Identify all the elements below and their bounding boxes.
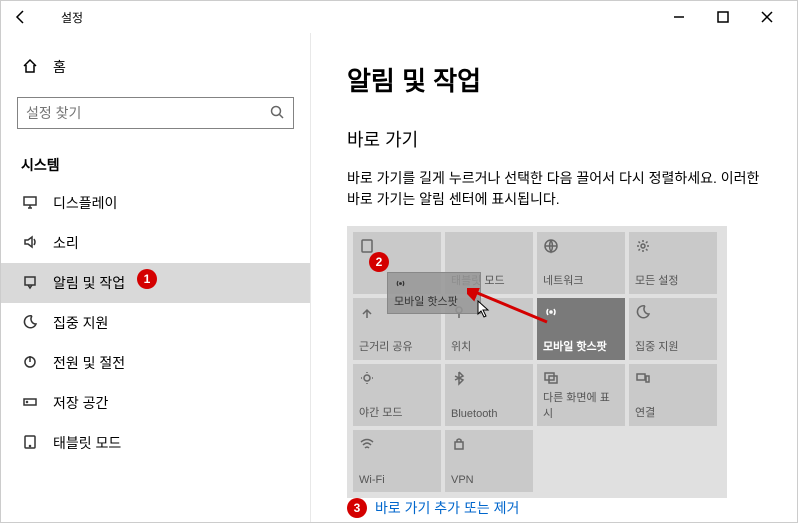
- tile-project[interactable]: 다른 화면에 표시: [537, 364, 625, 426]
- home-label: 홈: [53, 57, 66, 77]
- tile-label: Bluetooth: [451, 408, 527, 420]
- home-button[interactable]: 홈: [1, 49, 310, 85]
- globe-icon: [543, 238, 619, 257]
- tile-wifi[interactable]: Wi-Fi: [353, 430, 441, 492]
- tile-night-mode[interactable]: 야간 모드: [353, 364, 441, 426]
- annotation-1: 1: [137, 269, 157, 289]
- speaker-icon: [21, 234, 39, 253]
- page-title: 알림 및 작업: [347, 61, 761, 98]
- tile-label: 위치: [451, 338, 527, 354]
- maximize-icon: [715, 9, 731, 25]
- titlebar: 설정: [1, 1, 797, 33]
- nav-label: 소리: [53, 233, 79, 253]
- ghost-label: 모바일 핫스팟: [394, 296, 458, 308]
- gear-icon: [635, 238, 711, 257]
- section-description: 바로 가기를 길게 누르거나 선택한 다음 끌어서 다시 정렬하세요. 이러한 …: [347, 168, 761, 210]
- tile-label: 야간 모드: [359, 404, 435, 420]
- tablet-icon: [21, 434, 39, 453]
- search-icon: [269, 104, 285, 123]
- close-button[interactable]: [745, 2, 789, 32]
- tablet-icon: [359, 238, 435, 257]
- tile-label: 연결: [635, 404, 711, 420]
- connect-icon: [635, 370, 711, 389]
- brightness-icon: [359, 370, 435, 389]
- moon-icon: [635, 304, 711, 323]
- notification-icon: [21, 274, 39, 293]
- wifi-icon: [359, 436, 435, 455]
- sidebar-item-power[interactable]: 전원 및 절전: [1, 343, 310, 383]
- project-icon: [543, 370, 619, 389]
- storage-icon: [21, 394, 39, 413]
- sidebar-item-tablet[interactable]: 태블릿 모드: [1, 423, 310, 463]
- minimize-button[interactable]: [657, 2, 701, 32]
- sidebar: 홈 시스템 디스플레이 소리 알림 및 작업 1 집중 지원: [1, 33, 311, 522]
- quick-action-tiles: 태블릿 모드 네트워크 모든 설정 근거리 공유 위치: [347, 226, 727, 498]
- nav-label: 집중 지원: [53, 313, 108, 333]
- section-heading: 바로 가기: [347, 126, 761, 152]
- power-icon: [21, 354, 39, 373]
- arrow-left-icon: [13, 9, 29, 25]
- back-button[interactable]: [9, 5, 33, 29]
- sidebar-item-focus[interactable]: 집중 지원: [1, 303, 310, 343]
- nav-label: 전원 및 절전: [53, 353, 125, 373]
- tile-label: 모바일 핫스팟: [543, 338, 619, 354]
- tile-bluetooth[interactable]: Bluetooth: [445, 364, 533, 426]
- sidebar-item-display[interactable]: 디스플레이: [1, 183, 310, 223]
- search-input[interactable]: [26, 105, 269, 121]
- close-icon: [759, 9, 775, 25]
- tile-label: 네트워크: [543, 272, 619, 288]
- category-label: 시스템: [1, 149, 310, 183]
- tile-label: Wi-Fi: [359, 474, 435, 486]
- tile-label: 집중 지원: [635, 338, 711, 354]
- tile-focus-assist[interactable]: 집중 지원: [629, 298, 717, 360]
- sidebar-item-notifications[interactable]: 알림 및 작업 1: [1, 263, 310, 303]
- tile-network[interactable]: 네트워크: [537, 232, 625, 294]
- add-remove-link[interactable]: 바로 가기 추가 또는 제거: [375, 498, 519, 518]
- main-content: 알림 및 작업 바로 가기 바로 가기를 길게 누르거나 선택한 다음 끌어서 …: [311, 33, 797, 522]
- sidebar-item-storage[interactable]: 저장 공간: [1, 383, 310, 423]
- tile-label: 근거리 공유: [359, 338, 435, 354]
- nav-label: 저장 공간: [53, 393, 108, 413]
- annotation-2: 2: [369, 252, 389, 272]
- tile-label: 모든 설정: [635, 272, 711, 288]
- moon-icon: [21, 314, 39, 333]
- maximize-button[interactable]: [701, 2, 745, 32]
- sidebar-item-sound[interactable]: 소리: [1, 223, 310, 263]
- window-title: 설정: [61, 9, 83, 26]
- minimize-icon: [671, 9, 687, 25]
- search-box[interactable]: [17, 97, 294, 129]
- tile-connect[interactable]: 연결: [629, 364, 717, 426]
- nav-label: 알림 및 작업: [53, 273, 125, 293]
- bluetooth-icon: [451, 370, 527, 389]
- cursor-icon: [477, 300, 493, 321]
- tile-all-settings[interactable]: 모든 설정: [629, 232, 717, 294]
- home-icon: [21, 58, 39, 77]
- annotation-3: 3: [347, 498, 367, 518]
- tile-label: VPN: [451, 474, 527, 486]
- hotspot-icon: [394, 277, 474, 293]
- vpn-icon: [451, 436, 527, 455]
- tile-label: 다른 화면에 표시: [543, 389, 619, 421]
- nav-label: 디스플레이: [53, 193, 117, 213]
- tile-vpn[interactable]: VPN: [445, 430, 533, 492]
- nav-label: 태블릿 모드: [53, 433, 121, 453]
- display-icon: [21, 194, 39, 213]
